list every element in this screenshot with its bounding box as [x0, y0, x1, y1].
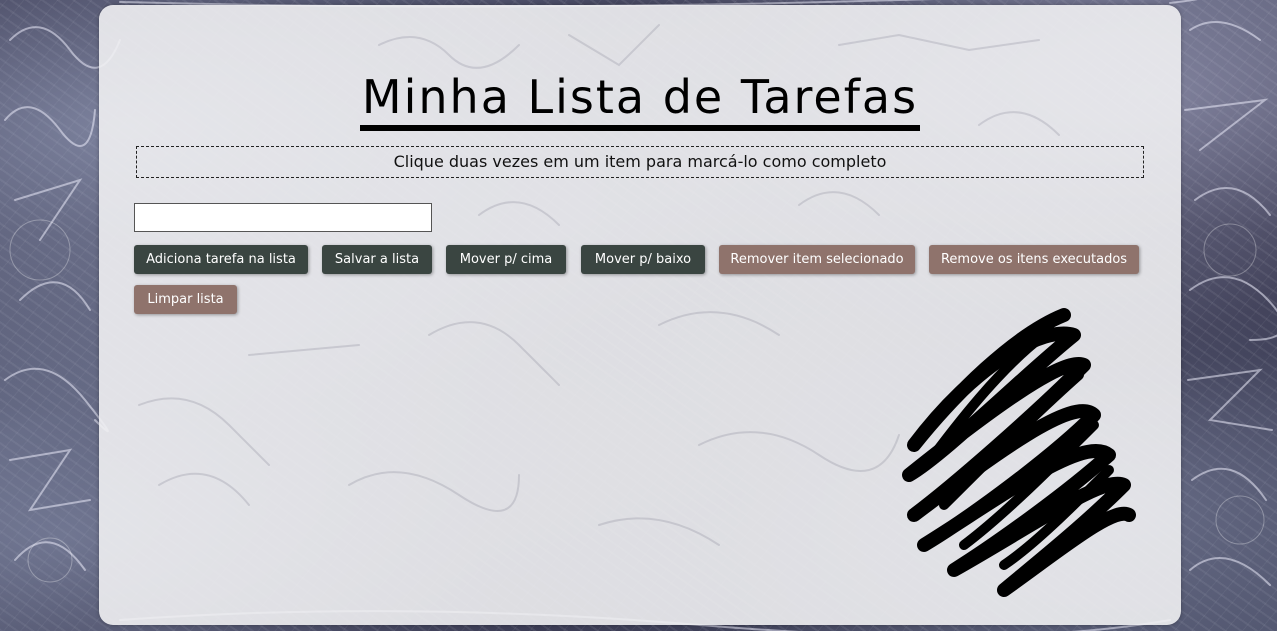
page-title-text: Minha Lista de Tarefas: [359, 69, 921, 131]
add-task-button[interactable]: Adiciona tarefa na lista: [134, 245, 308, 274]
move-up-button[interactable]: Mover p/ cima: [446, 245, 566, 274]
clear-list-button[interactable]: Limpar lista: [134, 285, 237, 314]
remove-selected-button[interactable]: Remover item selecionado: [719, 245, 915, 274]
scribble-icon: [902, 308, 1136, 597]
save-list-button[interactable]: Salvar a lista: [322, 245, 432, 274]
move-down-button[interactable]: Mover p/ baixo: [581, 245, 705, 274]
remove-completed-button[interactable]: Remove os itens executados: [929, 245, 1139, 274]
task-input[interactable]: [134, 203, 432, 232]
main-panel: Minha Lista de Tarefas Clique duas vezes…: [99, 5, 1181, 625]
page-title: Minha Lista de Tarefas: [99, 67, 1181, 131]
instruction-hint: Clique duas vezes em um item para marcá-…: [136, 146, 1144, 178]
